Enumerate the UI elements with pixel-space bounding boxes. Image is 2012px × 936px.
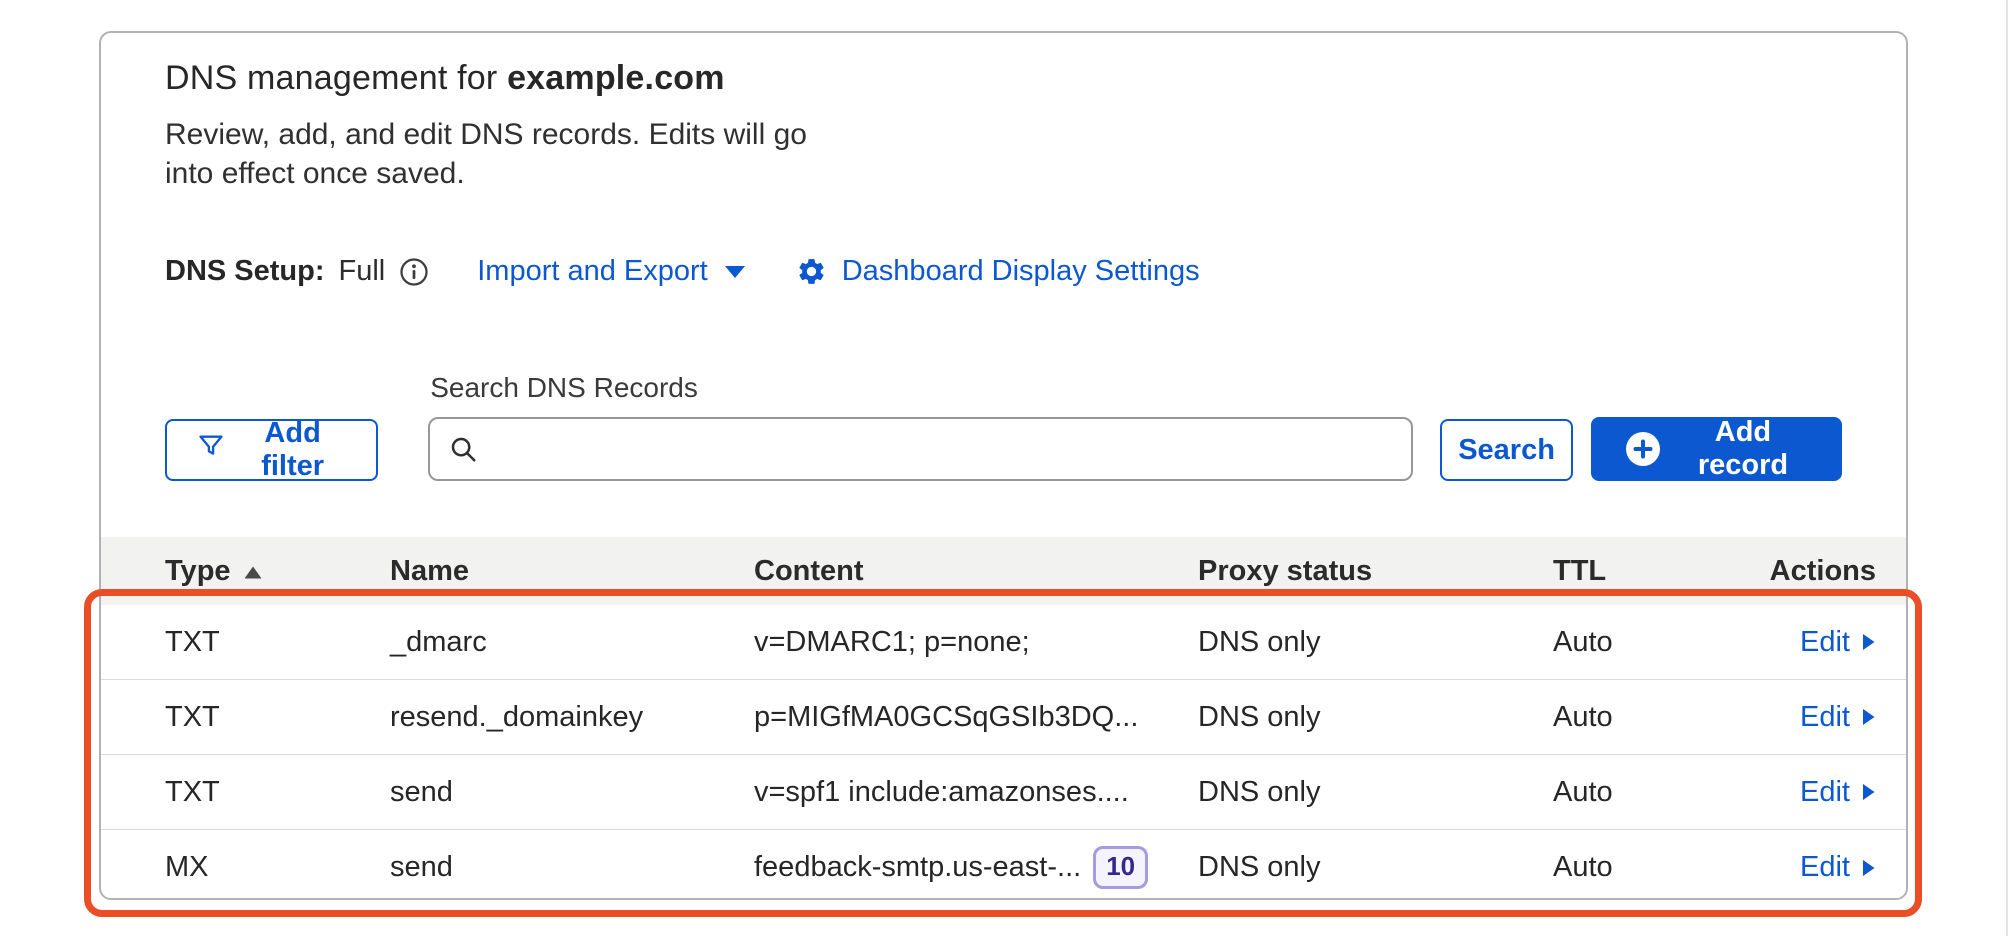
column-header-name[interactable]: Name bbox=[390, 555, 754, 588]
edit-record-link[interactable]: Edit bbox=[1800, 776, 1876, 809]
dns-toolbar: Add filter Search DNS Records Search A bbox=[165, 372, 1842, 481]
cell-ttl: Auto bbox=[1553, 851, 1761, 884]
cell-proxy-status: DNS only bbox=[1198, 851, 1553, 884]
chevron-right-icon bbox=[1861, 632, 1876, 652]
page-title-domain: example.com bbox=[507, 59, 725, 97]
edit-record-link[interactable]: Edit bbox=[1800, 851, 1876, 884]
cell-content: feedback-smtp.us-east-... 10 bbox=[754, 846, 1198, 889]
cell-name: send bbox=[390, 851, 754, 884]
column-header-actions: Actions bbox=[1770, 555, 1876, 588]
cell-content-text: feedback-smtp.us-east-... bbox=[754, 851, 1081, 884]
cell-proxy-status: DNS only bbox=[1198, 776, 1553, 809]
column-header-ttl[interactable]: TTL bbox=[1553, 555, 1761, 588]
cell-ttl: Auto bbox=[1553, 776, 1761, 809]
dns-setup-row: DNS Setup: Full Import and Export Dashbo… bbox=[165, 255, 1842, 288]
edit-record-link[interactable]: Edit bbox=[1800, 626, 1876, 659]
cell-type: MX bbox=[165, 851, 390, 884]
add-filter-label: Add filter bbox=[239, 417, 346, 483]
table-header-row: Type Name Content Proxy status TTL Actio… bbox=[101, 537, 1906, 605]
screen-right-edge-line bbox=[2006, 0, 2008, 936]
cell-content: p=MIGfMA0GCSqGSIb3DQ... bbox=[754, 701, 1198, 734]
table-row: TXT resend._domainkey p=MIGfMA0GCSqGSIb3… bbox=[101, 680, 1906, 755]
add-record-button[interactable]: Add record bbox=[1591, 417, 1842, 481]
add-filter-button[interactable]: Add filter bbox=[165, 419, 378, 481]
table-row: MX send feedback-smtp.us-east-... 10 DNS… bbox=[101, 830, 1906, 900]
column-header-content[interactable]: Content bbox=[754, 555, 1198, 588]
gear-icon bbox=[796, 256, 827, 287]
table-row: TXT send v=spf1 include:amazonses.... DN… bbox=[101, 755, 1906, 830]
dns-records-table: Type Name Content Proxy status TTL Actio… bbox=[101, 537, 1906, 900]
cell-proxy-status: DNS only bbox=[1198, 626, 1553, 659]
dashboard-display-settings-label: Dashboard Display Settings bbox=[842, 255, 1200, 288]
search-group: Search DNS Records bbox=[428, 372, 1413, 481]
chevron-down-icon bbox=[724, 265, 746, 279]
search-dns-records-label: Search DNS Records bbox=[430, 372, 1413, 404]
edit-label: Edit bbox=[1800, 851, 1850, 884]
plus-circle-icon bbox=[1625, 431, 1661, 467]
edit-record-link[interactable]: Edit bbox=[1800, 701, 1876, 734]
cell-type: TXT bbox=[165, 626, 390, 659]
add-record-label: Add record bbox=[1678, 416, 1808, 482]
edit-label: Edit bbox=[1800, 626, 1850, 659]
search-icon bbox=[448, 434, 478, 469]
sort-ascending-icon bbox=[244, 566, 262, 579]
cell-type: TXT bbox=[165, 701, 390, 734]
cell-ttl: Auto bbox=[1553, 701, 1761, 734]
cell-name: send bbox=[390, 776, 754, 809]
filter-icon bbox=[197, 432, 225, 468]
cell-proxy-status: DNS only bbox=[1198, 701, 1553, 734]
table-row: TXT _dmarc v=DMARC1; p=none; DNS only Au… bbox=[101, 605, 1906, 680]
search-input[interactable] bbox=[428, 417, 1413, 481]
mx-priority-badge: 10 bbox=[1093, 846, 1148, 889]
cell-content: v=spf1 include:amazonses.... bbox=[754, 776, 1198, 809]
cell-content: v=DMARC1; p=none; bbox=[754, 626, 1198, 659]
page-title: DNS management for example.com bbox=[165, 59, 1842, 98]
import-export-label: Import and Export bbox=[477, 255, 708, 288]
cell-name: resend._domainkey bbox=[390, 701, 754, 734]
import-export-link[interactable]: Import and Export bbox=[477, 255, 746, 288]
dns-setup-value: Full bbox=[339, 255, 386, 288]
dashboard-display-settings-link[interactable]: Dashboard Display Settings bbox=[796, 255, 1200, 288]
page-title-prefix: DNS management for bbox=[165, 59, 507, 97]
dns-setup-label: DNS Setup: bbox=[165, 255, 325, 288]
edit-label: Edit bbox=[1800, 776, 1850, 809]
search-button[interactable]: Search bbox=[1440, 419, 1573, 481]
column-header-type[interactable]: Type bbox=[165, 555, 390, 588]
search-button-label: Search bbox=[1458, 434, 1555, 467]
chevron-right-icon bbox=[1861, 782, 1876, 802]
chevron-right-icon bbox=[1861, 707, 1876, 727]
column-header-type-label: Type bbox=[165, 555, 231, 588]
search-field-wrap bbox=[428, 417, 1413, 481]
cell-name: _dmarc bbox=[390, 626, 754, 659]
cell-type: TXT bbox=[165, 776, 390, 809]
edit-label: Edit bbox=[1800, 701, 1850, 734]
dns-management-screen: DNS management for example.com Review, a… bbox=[0, 0, 2012, 936]
page-description: Review, add, and edit DNS records. Edits… bbox=[165, 115, 823, 193]
column-header-proxy-status[interactable]: Proxy status bbox=[1198, 555, 1553, 588]
cell-ttl: Auto bbox=[1553, 626, 1761, 659]
chevron-right-icon bbox=[1861, 858, 1876, 878]
dns-management-card: DNS management for example.com Review, a… bbox=[99, 31, 1908, 900]
info-icon[interactable] bbox=[399, 257, 429, 287]
